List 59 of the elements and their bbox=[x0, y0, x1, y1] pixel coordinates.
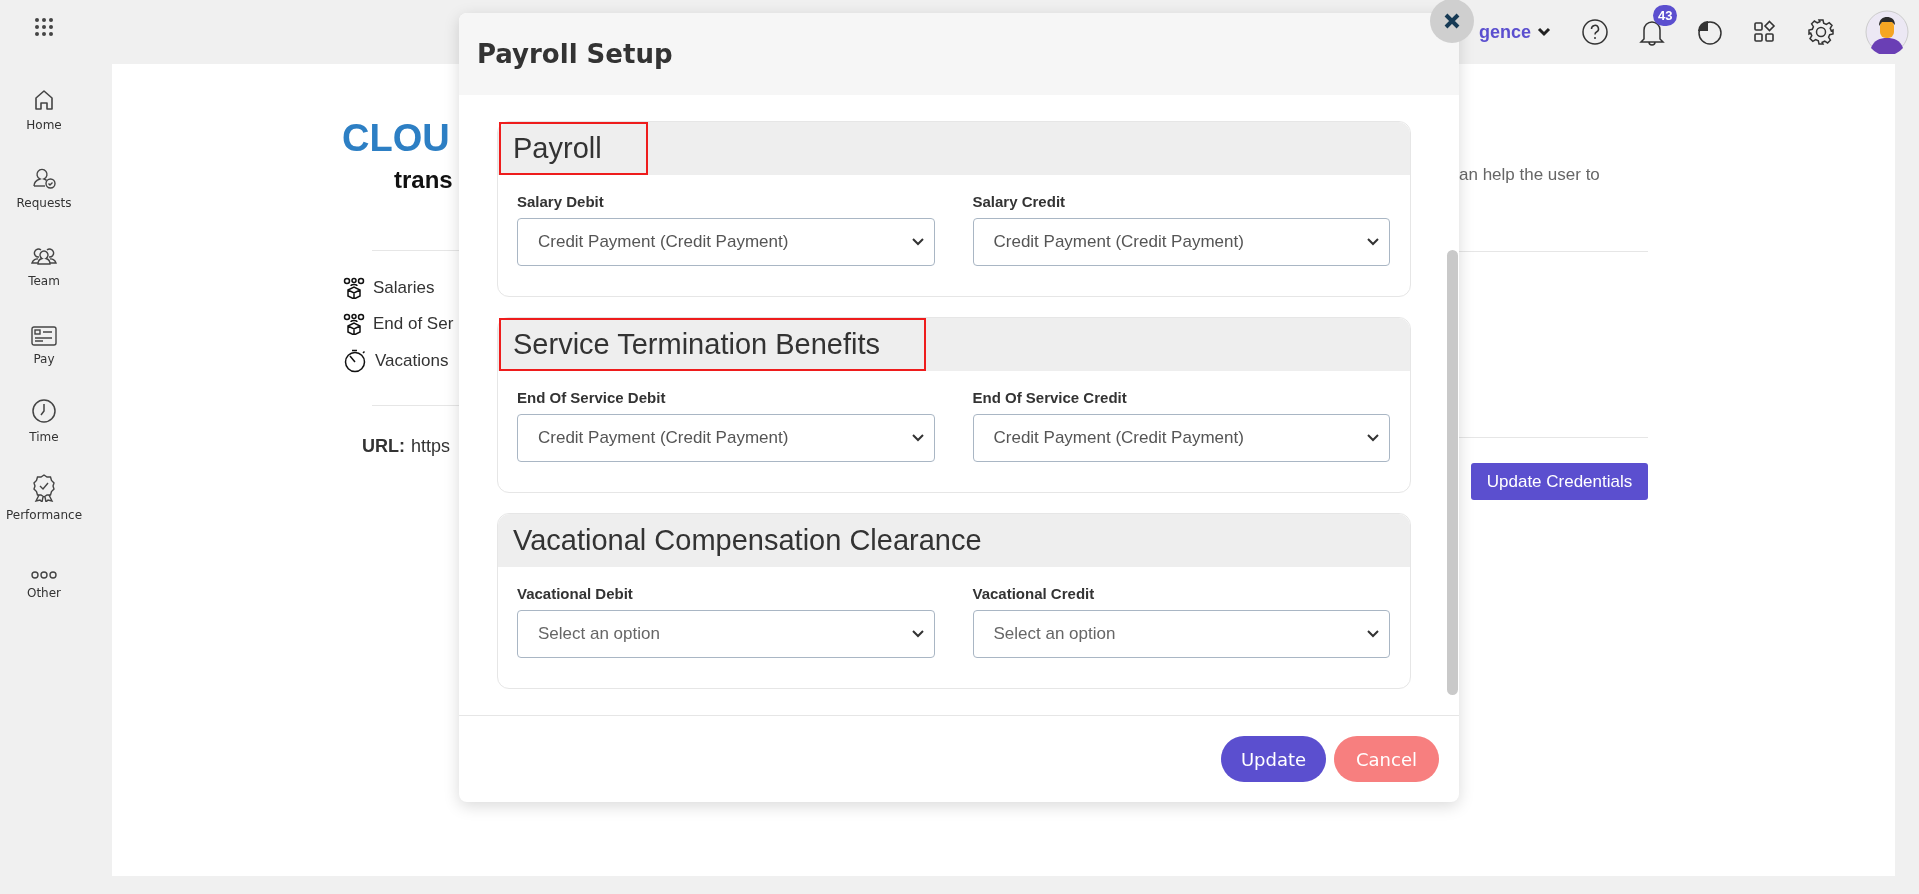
user-avatar[interactable] bbox=[1865, 10, 1909, 54]
settings-icon[interactable] bbox=[1807, 18, 1835, 46]
update-credentials-button[interactable]: Update Credentials bbox=[1471, 463, 1648, 500]
people-box-icon bbox=[343, 276, 365, 299]
select-field[interactable]: Select an option bbox=[972, 610, 1390, 658]
category-link[interactable]: Salaries bbox=[373, 277, 435, 298]
logo-text: CLOU bbox=[342, 116, 451, 161]
sidebar-item[interactable]: Team bbox=[28, 236, 60, 288]
chevron-down-icon bbox=[1367, 434, 1379, 442]
select-field[interactable]: Credit Payment (Credit Payment) bbox=[517, 218, 935, 266]
chevron-down-icon bbox=[911, 630, 924, 638]
home-icon bbox=[32, 88, 56, 112]
field-label: Salary Debit bbox=[517, 193, 605, 210]
scrollbar[interactable] bbox=[1447, 250, 1458, 695]
category-link[interactable]: End of Ser bbox=[373, 313, 454, 334]
chevron-down-icon bbox=[1367, 630, 1379, 638]
field-label: Salary Credit bbox=[972, 193, 1067, 210]
people-box-icon bbox=[343, 312, 365, 335]
category-link[interactable]: Vacations bbox=[375, 350, 449, 371]
chevron-down-icon bbox=[911, 238, 924, 246]
logo-subtitle: trans bbox=[394, 165, 454, 194]
sidebar-item[interactable]: Performance bbox=[5, 470, 82, 522]
section-title: Service Termination Benefits bbox=[499, 318, 926, 371]
field-label: Vacational Credit bbox=[972, 585, 1096, 602]
chevron-down-icon bbox=[911, 434, 924, 442]
chevron-down-icon bbox=[1367, 238, 1379, 246]
notification-count-badge: 43 bbox=[1653, 5, 1678, 26]
sidebar-item[interactable]: Requests bbox=[16, 158, 72, 210]
update-button[interactable]: Update bbox=[1221, 736, 1326, 782]
organization-selector[interactable]: gence bbox=[1478, 21, 1531, 43]
close-button[interactable] bbox=[1430, 0, 1474, 43]
clock-icon bbox=[31, 398, 57, 424]
select-field[interactable]: Select an option bbox=[517, 610, 935, 658]
section-title: Payroll bbox=[499, 122, 648, 175]
sidebar-item[interactable]: Time bbox=[29, 392, 59, 444]
stopwatch-icon bbox=[343, 348, 367, 373]
description-text: an help the user to bbox=[1459, 165, 1601, 185]
sidebar-item[interactable]: Home bbox=[26, 80, 62, 132]
award-icon bbox=[32, 474, 56, 502]
close-icon bbox=[1444, 13, 1460, 29]
sidebar-item[interactable]: Other bbox=[26, 548, 62, 600]
url-label: URL: bbox=[362, 435, 405, 457]
field-label: End Of Service Credit bbox=[972, 389, 1128, 406]
section-title: Vacational Compensation Clearance bbox=[512, 523, 983, 558]
pie-chart-icon[interactable] bbox=[1695, 18, 1723, 46]
help-icon[interactable] bbox=[1581, 18, 1609, 46]
field-label: End Of Service Debit bbox=[517, 389, 667, 406]
select-field[interactable]: Credit Payment (Credit Payment) bbox=[972, 218, 1390, 266]
select-field[interactable]: Credit Payment (Credit Payment) bbox=[972, 414, 1390, 462]
sidebar-item[interactable]: Pay bbox=[31, 314, 57, 366]
apps-grid-icon[interactable] bbox=[34, 17, 54, 37]
chevron-down-icon[interactable] bbox=[1537, 27, 1551, 37]
id-card-icon bbox=[31, 326, 57, 346]
field-label: Vacational Debit bbox=[517, 585, 634, 602]
url-value: https bbox=[411, 435, 451, 457]
select-field[interactable]: Credit Payment (Credit Payment) bbox=[517, 414, 935, 462]
more-icon bbox=[31, 570, 57, 580]
widgets-icon[interactable] bbox=[1753, 20, 1777, 44]
dialog-title: Payroll Setup bbox=[477, 39, 673, 69]
